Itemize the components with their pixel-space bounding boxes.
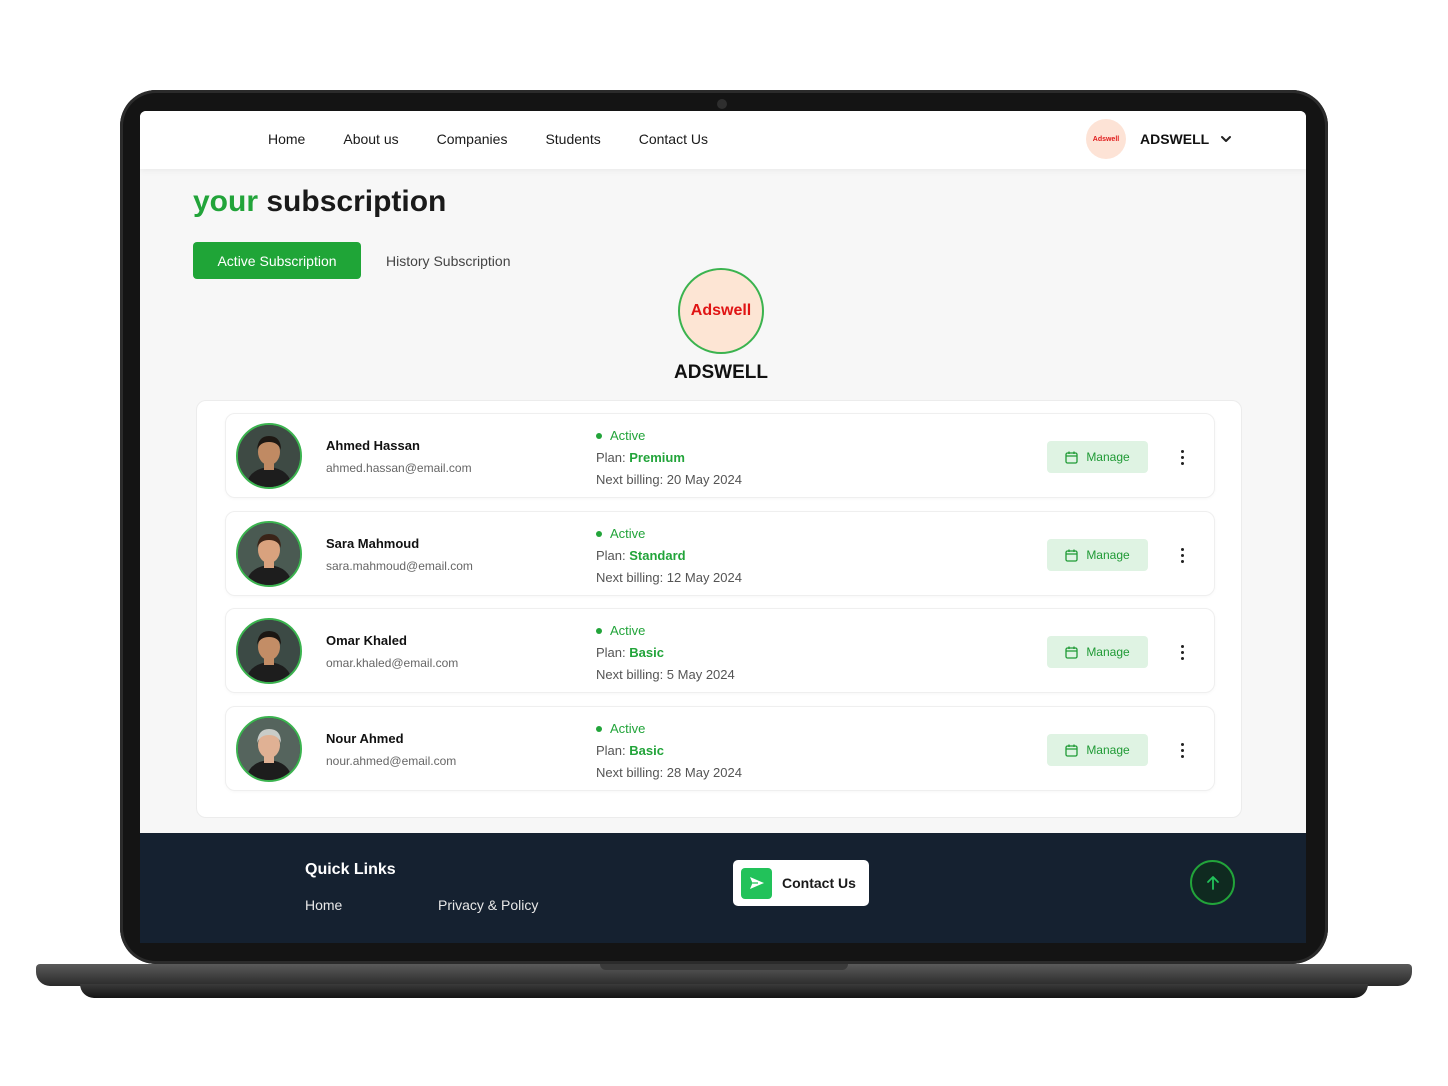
manage-label: Manage	[1086, 548, 1130, 562]
manage-button[interactable]: Manage	[1047, 539, 1148, 571]
nav-link-home[interactable]: Home	[268, 131, 305, 147]
avatar	[236, 521, 302, 587]
plan-label: Plan:	[596, 743, 626, 758]
avatar	[236, 716, 302, 782]
avatar	[236, 423, 302, 489]
plan-info: Plan: Standard	[596, 548, 686, 563]
subscriber-email: omar.khaled@email.com	[326, 656, 459, 670]
nav-link-companies[interactable]: Companies	[437, 131, 508, 147]
next-billing: Next billing: 12 May 2024	[596, 570, 742, 585]
plan-value: Standard	[629, 548, 686, 563]
page-title-rest: subscription	[266, 185, 447, 218]
subscriber-email: sara.mahmoud@email.com	[326, 559, 473, 573]
arrow-up-icon	[1206, 875, 1219, 890]
user-avatar-logo: Adswell	[1092, 135, 1120, 143]
more-vertical-icon[interactable]	[1176, 445, 1188, 469]
subscriber-name: Omar Khaled	[326, 633, 407, 648]
next-billing: Next billing: 28 May 2024	[596, 765, 742, 780]
status-text: Active	[610, 623, 646, 638]
more-vertical-icon[interactable]	[1176, 543, 1188, 567]
status-dot-icon	[596, 432, 602, 439]
user-avatar: Adswell	[1086, 119, 1126, 159]
subscriber-email: nour.ahmed@email.com	[326, 754, 457, 768]
footer-link-privacy[interactable]: Privacy & Policy	[438, 897, 538, 913]
status-badge: Active	[596, 623, 645, 638]
chevron-down-icon[interactable]	[1219, 132, 1233, 146]
subscription-row: Sara Mahmoud sara.mahmoud@email.com Active…	[225, 511, 1215, 596]
plan-label: Plan:	[596, 645, 626, 660]
subscriber-name: Nour Ahmed	[326, 731, 404, 746]
calendar-icon	[1065, 549, 1078, 562]
plan-value: Basic	[629, 743, 664, 758]
subscription-row: Nour Ahmed nour.ahmed@email.com Active Plan…	[225, 706, 1215, 791]
user-menu[interactable]: Adswell ADSWELL	[1086, 119, 1233, 159]
status-text: Active	[610, 526, 646, 541]
page-title: your subscription	[193, 185, 446, 219]
manage-label: Manage	[1086, 743, 1130, 757]
avatar	[236, 618, 302, 684]
plan-info: Plan: Basic	[596, 743, 664, 758]
status-badge: Active	[596, 721, 645, 736]
plan-info: Plan: Basic	[596, 645, 664, 660]
manage-button[interactable]: Manage	[1047, 636, 1148, 668]
plan-value: Premium	[629, 450, 685, 465]
nav-link-students[interactable]: Students	[545, 131, 600, 147]
scroll-to-top-button[interactable]	[1190, 860, 1235, 905]
next-billing: Next billing: 20 May 2024	[596, 472, 742, 487]
subscription-row: Omar Khaled omar.khaled@email.com Active Pl…	[225, 608, 1215, 693]
footer: Quick Links Home Privacy & Policy Contac…	[140, 833, 1306, 943]
status-dot-icon	[596, 627, 602, 634]
company-logo: Adswell	[678, 268, 764, 354]
more-vertical-icon[interactable]	[1176, 738, 1188, 762]
subscription-row: Ahmed Hassan ahmed.hassan@email.com Active…	[225, 413, 1215, 498]
manage-label: Manage	[1086, 450, 1130, 464]
status-dot-icon	[596, 725, 602, 732]
more-vertical-icon[interactable]	[1176, 640, 1188, 664]
top-nav: Home About us Companies Students Contact…	[140, 111, 1306, 169]
subscriber-name: Sara Mahmoud	[326, 536, 420, 551]
calendar-icon	[1065, 451, 1078, 464]
status-text: Active	[610, 428, 646, 443]
status-badge: Active	[596, 526, 645, 541]
status-dot-icon	[596, 530, 602, 537]
plan-label: Plan:	[596, 548, 626, 563]
user-name: ADSWELL	[1140, 131, 1210, 147]
footer-link-home[interactable]: Home	[305, 897, 342, 913]
send-icon	[741, 867, 772, 899]
company-name: ADSWELL	[674, 362, 768, 383]
screen: Home About us Companies Students Contact…	[140, 111, 1306, 943]
status-text: Active	[610, 721, 646, 736]
subscription-list: Ahmed Hassan ahmed.hassan@email.com Active…	[196, 400, 1242, 818]
tab-active-subscription[interactable]: Active Subscription	[193, 242, 361, 279]
laptop-foot	[80, 984, 1368, 998]
calendar-icon	[1065, 646, 1078, 659]
calendar-icon	[1065, 744, 1078, 757]
nav-links: Home About us Companies Students Contact…	[268, 131, 708, 147]
plan-label: Plan:	[596, 450, 626, 465]
status-badge: Active	[596, 428, 645, 443]
plan-value: Basic	[629, 645, 664, 660]
next-billing: Next billing: 5 May 2024	[596, 667, 735, 682]
laptop-notch	[600, 964, 848, 970]
tab-history-subscription[interactable]: History Subscription	[386, 242, 511, 279]
subscriber-email: ahmed.hassan@email.com	[326, 461, 472, 475]
quick-links-title: Quick Links	[305, 861, 396, 878]
contact-us-label: Contact Us	[782, 875, 856, 891]
nav-link-about[interactable]: About us	[343, 131, 398, 147]
company-logo-text: Adswell	[690, 302, 752, 319]
page-title-accent: your	[193, 185, 259, 218]
manage-label: Manage	[1086, 645, 1130, 659]
nav-link-contact[interactable]: Contact Us	[639, 131, 708, 147]
contact-us-button[interactable]: Contact Us	[733, 860, 869, 906]
subscriber-name: Ahmed Hassan	[326, 438, 420, 453]
manage-button[interactable]: Manage	[1047, 734, 1148, 766]
manage-button[interactable]: Manage	[1047, 441, 1148, 473]
plan-info: Plan: Premium	[596, 450, 685, 465]
camera-icon	[717, 99, 727, 109]
